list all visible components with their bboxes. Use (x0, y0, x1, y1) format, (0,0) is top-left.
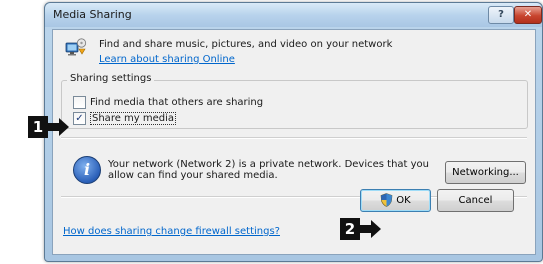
find-media-label[interactable]: Find media that others are sharing (90, 97, 263, 108)
sharing-settings-legend: Sharing settings (67, 73, 155, 84)
info-icon: i (73, 156, 101, 184)
ok-label: OK (396, 195, 411, 206)
uac-shield-icon (380, 193, 393, 207)
share-my-media-label[interactable]: Share my media (90, 111, 177, 125)
media-sharing-dialog: Media Sharing ? ✕ Find and share music, … (44, 2, 543, 262)
media-sharing-icon (65, 38, 87, 56)
header-description: Find and share music, pictures, and vide… (99, 39, 393, 50)
learn-about-sharing-link[interactable]: Learn about sharing Online (99, 54, 235, 65)
window-title: Media Sharing (53, 8, 132, 21)
networking-button[interactable]: Networking... (445, 161, 526, 184)
find-media-option[interactable]: Find media that others are sharing (73, 95, 263, 109)
share-my-media-option[interactable]: ✓ Share my media (73, 111, 177, 125)
arrow-right-icon (360, 220, 381, 238)
find-media-checkbox[interactable] (73, 95, 86, 109)
close-button[interactable]: ✕ (514, 6, 542, 24)
ok-button[interactable]: OK (360, 189, 431, 212)
separator (61, 137, 527, 139)
firewall-settings-link[interactable]: How does sharing change firewall setting… (63, 226, 280, 237)
arrow-right-icon (48, 118, 69, 136)
callout-2-badge: 2 (340, 218, 360, 240)
dialog-body: Find and share music, pictures, and vide… (52, 29, 536, 255)
help-button[interactable]: ? (488, 6, 514, 24)
network-info-text: Your network (Network 2) is a private ne… (108, 159, 430, 181)
share-my-media-checkbox[interactable]: ✓ (73, 111, 86, 125)
callout-1-badge: 1 (28, 116, 48, 138)
title-bar[interactable]: Media Sharing ? ✕ (45, 3, 542, 27)
cancel-button[interactable]: Cancel (437, 189, 514, 212)
